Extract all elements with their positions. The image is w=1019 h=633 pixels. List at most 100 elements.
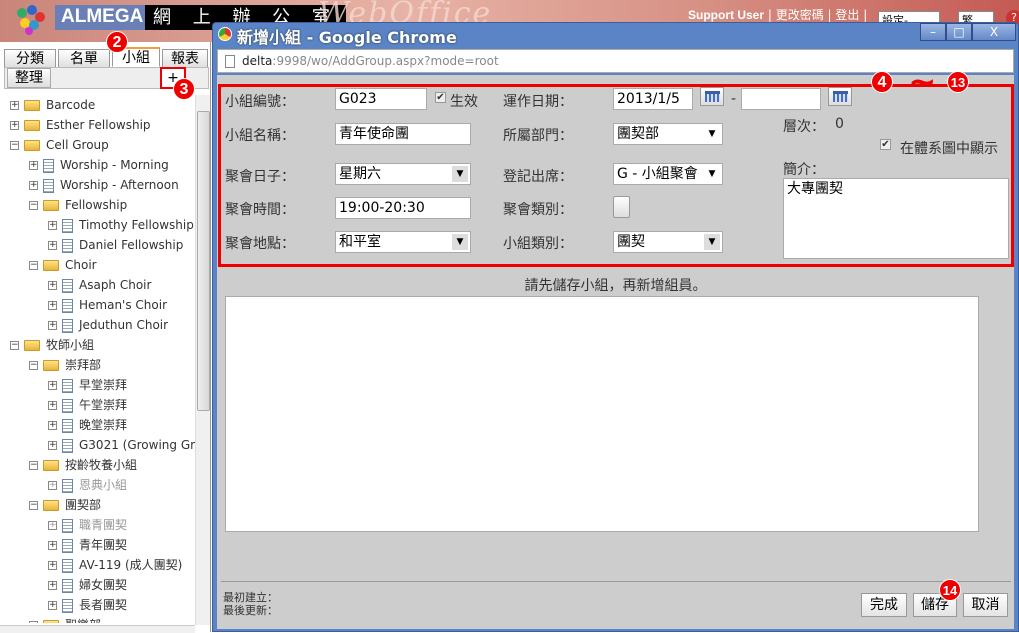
tree-node-label: G3021 (Growing Gro	[79, 438, 195, 452]
tree-node[interactable]: + Asaph Choir	[48, 275, 151, 295]
expand-icon[interactable]: +	[48, 381, 57, 390]
document-icon	[62, 318, 73, 333]
calendar-icon[interactable]	[828, 87, 852, 106]
expand-icon[interactable]: +	[48, 281, 57, 290]
tree-node[interactable]: + 長者團契	[48, 595, 127, 615]
tab-reports[interactable]: 報表	[162, 49, 208, 69]
tree-node[interactable]: − 按齡牧養小組	[29, 455, 137, 475]
expand-icon[interactable]: +	[29, 181, 38, 190]
tree-node[interactable]: + 早堂崇拜	[48, 375, 127, 395]
tree-node[interactable]: + 晚堂崇拜	[48, 415, 127, 435]
collapse-icon[interactable]: −	[10, 341, 19, 350]
add-group-dialog: 新增小組 - Google Chrome – □ X delta:9998/wo…	[212, 22, 1019, 632]
show-in-chart-checkbox[interactable]: ✔	[880, 139, 891, 150]
group-type-select[interactable]: 團契 ▼	[613, 231, 723, 253]
expand-icon[interactable]: +	[10, 121, 19, 130]
expand-icon[interactable]: +	[48, 301, 57, 310]
collapse-icon[interactable]: −	[29, 501, 38, 510]
expand-icon[interactable]: +	[29, 161, 38, 170]
tree-node[interactable]: + 恩典小組	[48, 475, 127, 495]
tree-node[interactable]: − 團契部	[29, 495, 101, 515]
tree-node[interactable]: + Barcode	[10, 95, 95, 115]
expand-icon[interactable]: +	[48, 421, 57, 430]
expand-icon[interactable]: +	[48, 321, 57, 330]
tree-node[interactable]: + Heman's Choir	[48, 295, 167, 315]
meeting-day-select[interactable]: 星期六 ▼	[335, 163, 471, 185]
tree-node[interactable]: + Jeduthun Choir	[48, 315, 168, 335]
collapse-icon[interactable]: −	[29, 201, 38, 210]
tree-node-label: Fellowship	[65, 198, 128, 212]
tree-node[interactable]: + G3021 (Growing Gro	[48, 435, 195, 455]
close-button[interactable]: X	[972, 23, 1016, 41]
folder-icon	[24, 340, 40, 351]
tree-node[interactable]: + 午堂崇拜	[48, 395, 127, 415]
expand-icon[interactable]: +	[48, 581, 57, 590]
expand-icon[interactable]: +	[48, 401, 57, 410]
expand-icon[interactable]: +	[48, 521, 57, 530]
tree-node[interactable]: + Daniel Fellowship	[48, 235, 183, 255]
tree-node[interactable]: − 聖樂部	[29, 615, 101, 623]
expand-icon[interactable]: +	[48, 601, 57, 610]
done-button[interactable]: 完成	[861, 593, 907, 617]
tree-node-label: 晚堂崇拜	[79, 418, 128, 432]
department-select[interactable]: 團契部 ▼	[613, 123, 723, 145]
tree-node[interactable]: + AV-119 (成人團契)	[48, 555, 182, 575]
group-name-input[interactable]: 青年使命團	[335, 123, 471, 145]
tree-vertical-scrollbar[interactable]	[195, 95, 210, 625]
tree-node[interactable]: − 牧師小組	[10, 335, 94, 355]
expand-icon[interactable]: +	[48, 561, 57, 570]
group-name-label: 小組名稱：	[225, 128, 295, 144]
address-bar[interactable]: delta:9998/wo/AddGroup.aspx?mode=root	[217, 49, 1014, 73]
meeting-place-select[interactable]: 和平室 ▼	[335, 231, 471, 253]
meeting-type-button[interactable]	[613, 196, 630, 218]
tree-node[interactable]: + 青年團契	[48, 535, 127, 555]
active-checkbox[interactable]: ✔	[435, 92, 446, 103]
tree-node-label: 長者團契	[79, 598, 128, 612]
tree-node[interactable]: − 崇拜部	[29, 355, 101, 375]
cancel-button[interactable]: 取消	[963, 593, 1008, 617]
logout-link[interactable]: 登出	[835, 8, 859, 22]
tree-node[interactable]: + Worship - Afternoon	[29, 175, 179, 195]
expand-icon[interactable]: +	[48, 221, 57, 230]
attendance-select[interactable]: G - 小組聚會 ▼	[613, 163, 723, 185]
tree-node[interactable]: + 職青團契	[48, 515, 127, 535]
tree-node[interactable]: + Worship - Morning	[29, 155, 169, 175]
tab-category[interactable]: 分類	[4, 49, 56, 69]
tree-node[interactable]: + Esther Fellowship	[10, 115, 151, 135]
folder-icon	[43, 200, 59, 211]
page-icon	[225, 55, 235, 68]
tab-roster[interactable]: 名單	[58, 49, 110, 69]
collapse-icon[interactable]: −	[29, 461, 38, 470]
tree-node[interactable]: − Choir	[29, 255, 97, 275]
group-tree: + Barcode + Esther Fellowship − Cell Group + Wo…	[0, 95, 195, 623]
expand-icon[interactable]: +	[48, 241, 57, 250]
organize-button[interactable]: 整理	[7, 68, 51, 88]
intro-textarea[interactable]: 大專團契	[783, 178, 1009, 259]
calendar-icon[interactable]	[700, 87, 724, 106]
annotation-badge-2: 2	[106, 31, 128, 53]
tree-node[interactable]: + Timothy Fellowship	[48, 215, 194, 235]
change-password-link[interactable]: 更改密碼	[776, 8, 824, 22]
url-path: :9998/wo/AddGroup.aspx?mode=root	[272, 54, 499, 68]
annotation-tilde: ~	[908, 62, 937, 102]
document-icon	[62, 278, 73, 293]
meeting-place-label: 聚會地點：	[225, 236, 295, 252]
group-code-input[interactable]: G023	[335, 88, 427, 110]
tree-node[interactable]: − Fellowship	[29, 195, 127, 215]
expand-icon[interactable]: +	[10, 101, 19, 110]
collapse-icon[interactable]: −	[10, 141, 19, 150]
tree-node[interactable]: − Cell Group	[10, 135, 109, 155]
expand-icon[interactable]: +	[48, 481, 57, 490]
document-icon	[62, 478, 73, 493]
meeting-time-input[interactable]: 19:00-20:30	[335, 197, 471, 219]
minimize-button[interactable]: –	[920, 23, 946, 41]
expand-icon[interactable]: +	[48, 441, 57, 450]
collapse-icon[interactable]: −	[29, 361, 38, 370]
maximize-button[interactable]: □	[946, 23, 972, 41]
collapse-icon[interactable]: −	[29, 621, 38, 623]
expand-icon[interactable]: +	[48, 541, 57, 550]
tree-node[interactable]: + 婦女團契	[48, 575, 127, 595]
end-date-input[interactable]	[741, 88, 821, 110]
start-date-input[interactable]: 2013/1/5	[613, 88, 693, 110]
collapse-icon[interactable]: −	[29, 261, 38, 270]
